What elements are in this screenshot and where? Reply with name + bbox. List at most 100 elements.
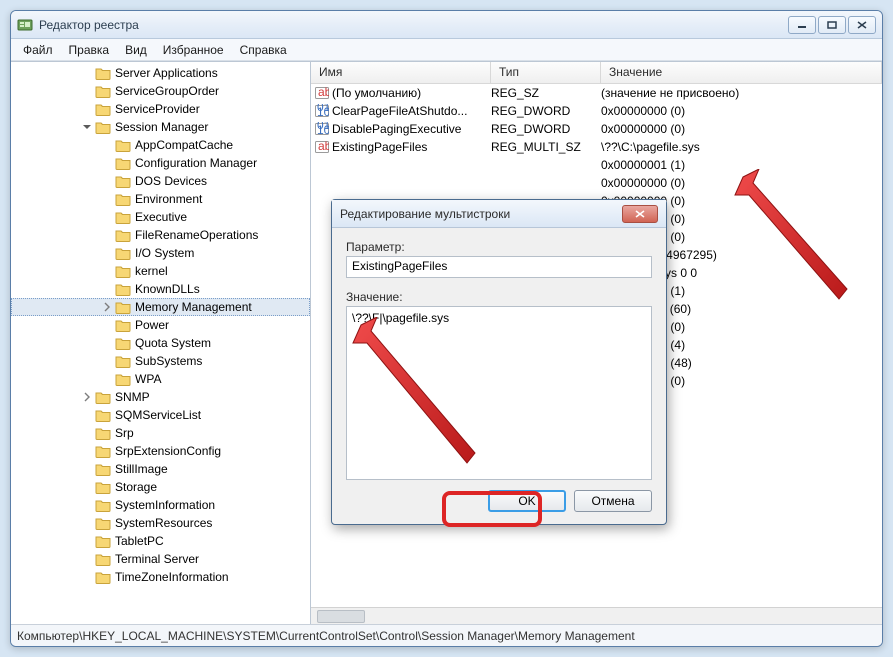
menu-Избранное[interactable]: Избранное — [155, 41, 232, 59]
value-row[interactable]: 011100DisablePagingExecutiveREG_DWORD0x0… — [311, 120, 882, 138]
col-data[interactable]: Значение — [601, 62, 882, 83]
tree-item[interactable]: SQMServiceList — [11, 406, 310, 424]
statusbar: Компьютер\HKEY_LOCAL_MACHINE\SYSTEM\Curr… — [11, 624, 882, 646]
tree-label: kernel — [135, 264, 168, 278]
multistring-dialog: Редактирование мультистроки Параметр: Ex… — [331, 199, 667, 525]
expander-icon[interactable] — [81, 391, 93, 403]
tree-item[interactable]: AppCompatCache — [11, 136, 310, 154]
tree-label: TimeZoneInformation — [115, 570, 229, 584]
tree-item[interactable]: SNMP — [11, 388, 310, 406]
tree-item[interactable]: Power — [11, 316, 310, 334]
dialog-title: Редактирование мультистроки — [340, 207, 622, 221]
tree-label: Storage — [115, 480, 157, 494]
tree-label: Quota System — [135, 336, 211, 350]
tree-label: StillImage — [115, 462, 168, 476]
tree-item[interactable]: TimeZoneInformation — [11, 568, 310, 586]
tree-item[interactable]: DOS Devices — [11, 172, 310, 190]
app-icon — [17, 17, 33, 33]
tree-item[interactable]: Executive — [11, 208, 310, 226]
tree-item[interactable]: ServiceGroupOrder — [11, 82, 310, 100]
value-row[interactable]: 011100ClearPageFileAtShutdo...REG_DWORD0… — [311, 102, 882, 120]
menu-Вид[interactable]: Вид — [117, 41, 155, 59]
tree-label: AppCompatCache — [135, 138, 233, 152]
window-title: Редактор реестра — [39, 18, 788, 32]
tree-label: DOS Devices — [135, 174, 207, 188]
tree-item[interactable]: SystemInformation — [11, 496, 310, 514]
tree-label: Srp — [115, 426, 134, 440]
tree-item[interactable]: Configuration Manager — [11, 154, 310, 172]
tree-label: I/O System — [135, 246, 194, 260]
tree-label: SrpExtensionConfig — [115, 444, 221, 458]
tree-label: Server Applications — [115, 66, 218, 80]
value-row[interactable]: abExistingPageFilesREG_MULTI_SZ\??\C:\pa… — [311, 138, 882, 156]
tree-label: Power — [135, 318, 169, 332]
col-type[interactable]: Тип — [491, 62, 601, 83]
value-label: Значение: — [346, 290, 652, 304]
minimize-button[interactable] — [788, 16, 816, 34]
tree-item[interactable]: Environment — [11, 190, 310, 208]
expander-icon[interactable] — [101, 301, 113, 313]
svg-text:ab: ab — [318, 86, 329, 99]
cancel-button[interactable]: Отмена — [574, 490, 652, 512]
tree-item[interactable]: Storage — [11, 478, 310, 496]
tree-item[interactable]: StillImage — [11, 460, 310, 478]
tree-item[interactable]: SubSystems — [11, 352, 310, 370]
tree-item[interactable]: Server Applications — [11, 64, 310, 82]
tree-item[interactable]: Session Manager — [11, 118, 310, 136]
tree-label: SQMServiceList — [115, 408, 201, 422]
tree-label: KnownDLLs — [135, 282, 200, 296]
status-path: Компьютер\HKEY_LOCAL_MACHINE\SYSTEM\Curr… — [17, 629, 635, 643]
tree-item[interactable]: TabletPC — [11, 532, 310, 550]
menu-Файл[interactable]: Файл — [15, 41, 61, 59]
param-field: ExistingPageFiles — [346, 256, 652, 278]
tree-item[interactable]: SystemResources — [11, 514, 310, 532]
tree-label: SystemResources — [115, 516, 212, 530]
tree-label: FileRenameOperations — [135, 228, 258, 242]
menu-Правка[interactable]: Правка — [61, 41, 118, 59]
tree-panel[interactable]: Server Applications ServiceGroupOrder Serv… — [11, 62, 311, 624]
svg-text:100: 100 — [317, 123, 329, 136]
tree-label: Memory Management — [135, 300, 252, 314]
tree-item[interactable]: kernel — [11, 262, 310, 280]
tree-item[interactable]: ServiceProvider — [11, 100, 310, 118]
tree-item[interactable]: Srp — [11, 424, 310, 442]
tree-label: SubSystems — [135, 354, 202, 368]
tree-item[interactable]: SrpExtensionConfig — [11, 442, 310, 460]
list-header: Имя Тип Значение — [311, 62, 882, 84]
svg-text:ab: ab — [318, 140, 329, 153]
tree-item[interactable]: WPA — [11, 370, 310, 388]
value-textarea[interactable] — [346, 306, 652, 480]
dialog-titlebar: Редактирование мультистроки — [332, 200, 666, 228]
maximize-button[interactable] — [818, 16, 846, 34]
tree-label: TabletPC — [115, 534, 164, 548]
value-row[interactable]: 0x00000000 (0) — [311, 174, 882, 192]
tree-label: Executive — [135, 210, 187, 224]
tree-item[interactable]: KnownDLLs — [11, 280, 310, 298]
tree-label: Environment — [135, 192, 202, 206]
svg-text:100: 100 — [317, 105, 329, 118]
regedit-window: Редактор реестра ФайлПравкаВидИзбранноеС… — [10, 10, 883, 647]
value-row[interactable]: 0x00000001 (1) — [311, 156, 882, 174]
tree-label: SNMP — [115, 390, 150, 404]
expander-icon[interactable] — [81, 121, 93, 133]
menubar: ФайлПравкаВидИзбранноеСправка — [11, 39, 882, 61]
tree-label: SystemInformation — [115, 498, 215, 512]
dialog-close-button[interactable] — [622, 205, 658, 223]
close-button[interactable] — [848, 16, 876, 34]
value-row[interactable]: ab(По умолчанию)REG_SZ(значение не присв… — [311, 84, 882, 102]
param-label: Параметр: — [346, 240, 652, 254]
tree-label: Session Manager — [115, 120, 208, 134]
tree-item[interactable]: FileRenameOperations — [11, 226, 310, 244]
tree-label: WPA — [135, 372, 161, 386]
ok-button[interactable]: OK — [488, 490, 566, 512]
horizontal-scrollbar[interactable] — [311, 607, 882, 624]
tree-item[interactable]: Quota System — [11, 334, 310, 352]
col-name[interactable]: Имя — [311, 62, 491, 83]
titlebar: Редактор реестра — [11, 11, 882, 39]
tree-label: ServiceProvider — [115, 102, 200, 116]
tree-item[interactable]: I/O System — [11, 244, 310, 262]
tree-label: Configuration Manager — [135, 156, 257, 170]
menu-Справка[interactable]: Справка — [232, 41, 295, 59]
tree-item[interactable]: Terminal Server — [11, 550, 310, 568]
tree-item[interactable]: Memory Management — [11, 298, 310, 316]
